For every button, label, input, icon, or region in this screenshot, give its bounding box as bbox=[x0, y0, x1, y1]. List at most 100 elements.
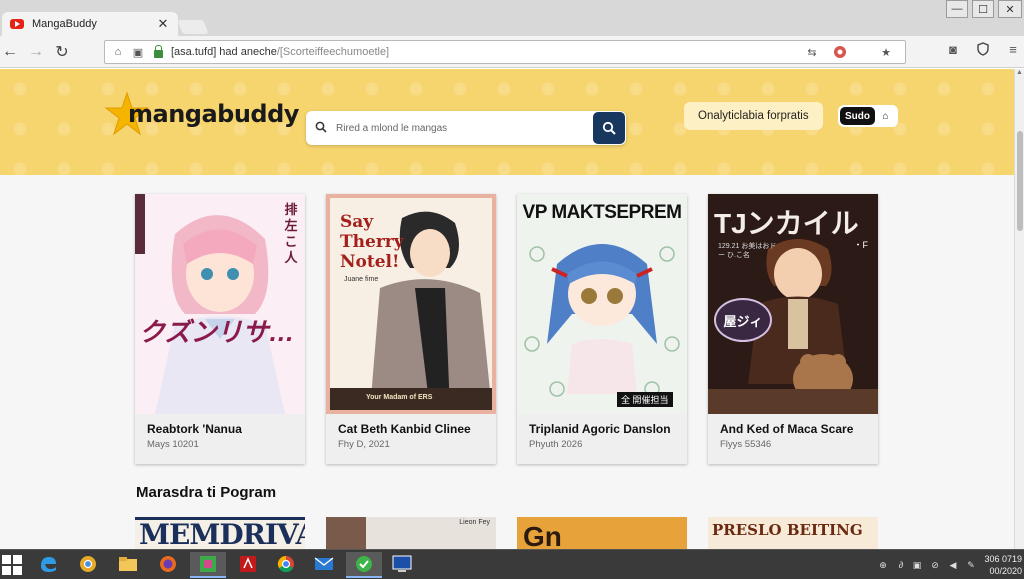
thumbnail-title: Lieon Fey bbox=[459, 519, 490, 526]
volume-icon[interactable]: ◀ bbox=[946, 558, 960, 572]
card-title: Reabtork 'Nanua bbox=[147, 422, 242, 436]
site-header: mangabuddy Onalyticlabia forpratis Sudo … bbox=[0, 69, 1014, 175]
cover-title: ΤJンカイル bbox=[714, 208, 859, 239]
thumbnail-title: MEMDRIVA bbox=[139, 518, 305, 549]
manga-cover[interactable]: ΤJンカイル 129.21 お美はおドー ひ.こ名 屋ジィ ・F bbox=[708, 194, 878, 414]
extension-badge-icon[interactable] bbox=[833, 45, 847, 59]
new-tab-button[interactable] bbox=[177, 20, 209, 34]
acrobat-icon[interactable] bbox=[230, 552, 266, 578]
thumbnail-title: PRESLO BEITING bbox=[712, 521, 863, 539]
youtube-favicon-icon bbox=[10, 19, 24, 29]
cover-big-title: クズンリサ… bbox=[139, 317, 295, 347]
back-icon[interactable]: ← bbox=[0, 42, 20, 62]
scroll-up-arrow-icon[interactable]: ▲ bbox=[1016, 69, 1023, 76]
cover-art-anime-girl bbox=[135, 194, 285, 414]
address-bar[interactable]: ⌂ ▣ [asa.tufd] had aneche/[Scorteiffeech… bbox=[104, 40, 906, 64]
card-meta: Flyys 55346 bbox=[720, 439, 772, 450]
url-text[interactable]: [asa.tufd] had aneche/[Scorteiffeechumoe… bbox=[171, 46, 805, 58]
firefox-icon[interactable] bbox=[150, 552, 186, 578]
chrome-icon[interactable] bbox=[268, 552, 304, 578]
cover-badge: 屋ジィ bbox=[714, 298, 772, 342]
calendar-icon[interactable]: ▣ bbox=[131, 45, 145, 59]
bookmark-star-icon[interactable]: ★ bbox=[879, 45, 893, 59]
shield-icon[interactable] bbox=[974, 40, 992, 58]
header-button-label: Sudo bbox=[840, 107, 875, 125]
manga-thumbnail[interactable]: Gn bbox=[517, 517, 687, 549]
card-meta: Fhy D, 2021 bbox=[338, 439, 390, 450]
tray-display-icon[interactable]: ▣ bbox=[910, 558, 924, 572]
cover-art-blue-hair-girl bbox=[524, 244, 680, 397]
tray-link-icon[interactable]: ∂ bbox=[894, 558, 908, 572]
chrome-canary-icon[interactable] bbox=[70, 552, 106, 578]
system-clock[interactable]: 306 0719 00/2020 bbox=[980, 553, 1022, 577]
search-button-icon bbox=[602, 121, 616, 135]
home-icon[interactable]: ⌂ bbox=[111, 45, 125, 59]
manga-cover[interactable]: 排 左 こ 人 クズンリサ… bbox=[135, 194, 305, 414]
header-link[interactable]: Onalyticlabia forpratis bbox=[684, 102, 823, 130]
manga-card[interactable]: VP MAKTSEPREM 全 開催担当 Triplanid Agoric Da… bbox=[517, 194, 687, 464]
manga-thumbnail[interactable]: Lieon Fey bbox=[326, 517, 496, 549]
cover-side-text: ・F bbox=[853, 240, 869, 250]
store-app-icon[interactable] bbox=[190, 552, 226, 578]
search-icon bbox=[306, 121, 336, 136]
cover-title: VP MAKTSEPREM bbox=[522, 202, 682, 223]
window-close-button[interactable]: ✕ bbox=[998, 0, 1022, 18]
cover-side-text: 排 左 こ 人 bbox=[284, 202, 298, 265]
card-title: Triplanid Agoric Danslon bbox=[529, 422, 671, 436]
scrollbar-thumb[interactable] bbox=[1017, 131, 1023, 231]
minimize-button[interactable]: — bbox=[946, 0, 968, 18]
tray-chevron-icon[interactable]: ⊕ bbox=[876, 558, 890, 572]
logo-text: mangabuddy bbox=[128, 100, 299, 128]
manga-card[interactable]: ΤJンカイル 129.21 お美はおドー ひ.こ名 屋ジィ ・F And Ked… bbox=[708, 194, 878, 464]
header-login-button[interactable]: Sudo ⌂ bbox=[838, 105, 898, 127]
manga-card[interactable]: Say Therry Notel! Juane fime Your Madam … bbox=[326, 194, 496, 464]
site-logo[interactable]: mangabuddy bbox=[104, 91, 299, 137]
card-meta: Mays 10201 bbox=[147, 439, 199, 450]
camera-icon[interactable]: ◙ bbox=[944, 40, 962, 58]
manga-thumbnail[interactable]: MEMDRIVA bbox=[135, 517, 305, 549]
search-input[interactable] bbox=[336, 122, 593, 134]
lock-icon bbox=[151, 45, 165, 59]
share-icon[interactable]: ⇆ bbox=[805, 45, 819, 59]
reload-icon[interactable]: ↻ bbox=[52, 42, 72, 62]
remote-desktop-icon[interactable] bbox=[384, 552, 420, 578]
forward-icon[interactable]: → bbox=[26, 42, 46, 62]
card-info: Cat Beth Kanbid Clinee Fhy D, 2021 bbox=[326, 414, 496, 464]
browser-toolbar: ← → ↻ ⌂ ▣ [asa.tufd] had aneche/[Scortei… bbox=[0, 36, 1024, 68]
menu-icon[interactable]: ≡ bbox=[1004, 40, 1022, 58]
card-info: Triplanid Agoric Danslon Phyuth 2026 bbox=[517, 414, 687, 464]
card-meta: Phyuth 2026 bbox=[529, 439, 583, 450]
windows-taskbar: ⊕ ∂ ▣ ⊘ ◀ ✎ 306 0719 00/2020 bbox=[0, 549, 1024, 579]
maximize-button[interactable]: ☐ bbox=[972, 0, 994, 18]
file-explorer-icon[interactable] bbox=[110, 552, 146, 578]
cover-bottom-text: Your Madam of ERS bbox=[366, 394, 433, 401]
section-title: Marasdra ti Pogram bbox=[136, 484, 277, 501]
browser-tab[interactable]: MangaBuddy ✕ bbox=[2, 12, 178, 36]
cover-subtitle: Juane fime bbox=[344, 276, 379, 283]
edge-icon[interactable] bbox=[30, 552, 66, 578]
manga-search-box bbox=[306, 111, 626, 145]
cover-bottom-text: 全 開催担当 bbox=[617, 392, 673, 407]
green-app-icon[interactable] bbox=[346, 552, 382, 578]
manga-thumbnail[interactable]: PRESLO BEITING bbox=[708, 517, 878, 549]
manga-cover[interactable]: Say Therry Notel! Juane fime Your Madam … bbox=[326, 194, 496, 414]
card-title: Cat Beth Kanbid Clinee bbox=[338, 422, 471, 436]
manga-content: 排 左 こ 人 クズンリサ… Reabtork 'Nanua Mays 1020… bbox=[0, 175, 1014, 549]
user-icon: ⌂ bbox=[882, 110, 889, 122]
tray-language-icon[interactable]: ✎ bbox=[964, 558, 978, 572]
tray-network-icon[interactable]: ⊘ bbox=[928, 558, 942, 572]
card-info: Reabtork 'Nanua Mays 10201 bbox=[135, 414, 305, 464]
mail-icon[interactable] bbox=[306, 552, 342, 578]
manga-card[interactable]: 排 左 こ 人 クズンリサ… Reabtork 'Nanua Mays 1020… bbox=[135, 194, 305, 464]
search-button[interactable] bbox=[593, 112, 625, 144]
close-tab-icon[interactable]: ✕ bbox=[156, 16, 170, 32]
start-menu-button[interactable] bbox=[2, 555, 22, 575]
manga-cover[interactable]: VP MAKTSEPREM 全 開催担当 bbox=[517, 194, 687, 414]
cover-title: Say Therry Notel! bbox=[340, 212, 404, 272]
tab-title: MangaBuddy bbox=[32, 18, 97, 30]
card-info: And Ked of Maca Scare Flyys 55346 bbox=[708, 414, 878, 464]
card-title: And Ked of Maca Scare bbox=[720, 422, 854, 436]
page-scrollbar[interactable]: ▲ bbox=[1014, 69, 1024, 549]
browser-tab-bar: MangaBuddy ✕ — ☐ ✕ bbox=[0, 0, 1024, 36]
cover-small-text: 129.21 お美はおドー ひ.こ名 bbox=[718, 243, 777, 259]
